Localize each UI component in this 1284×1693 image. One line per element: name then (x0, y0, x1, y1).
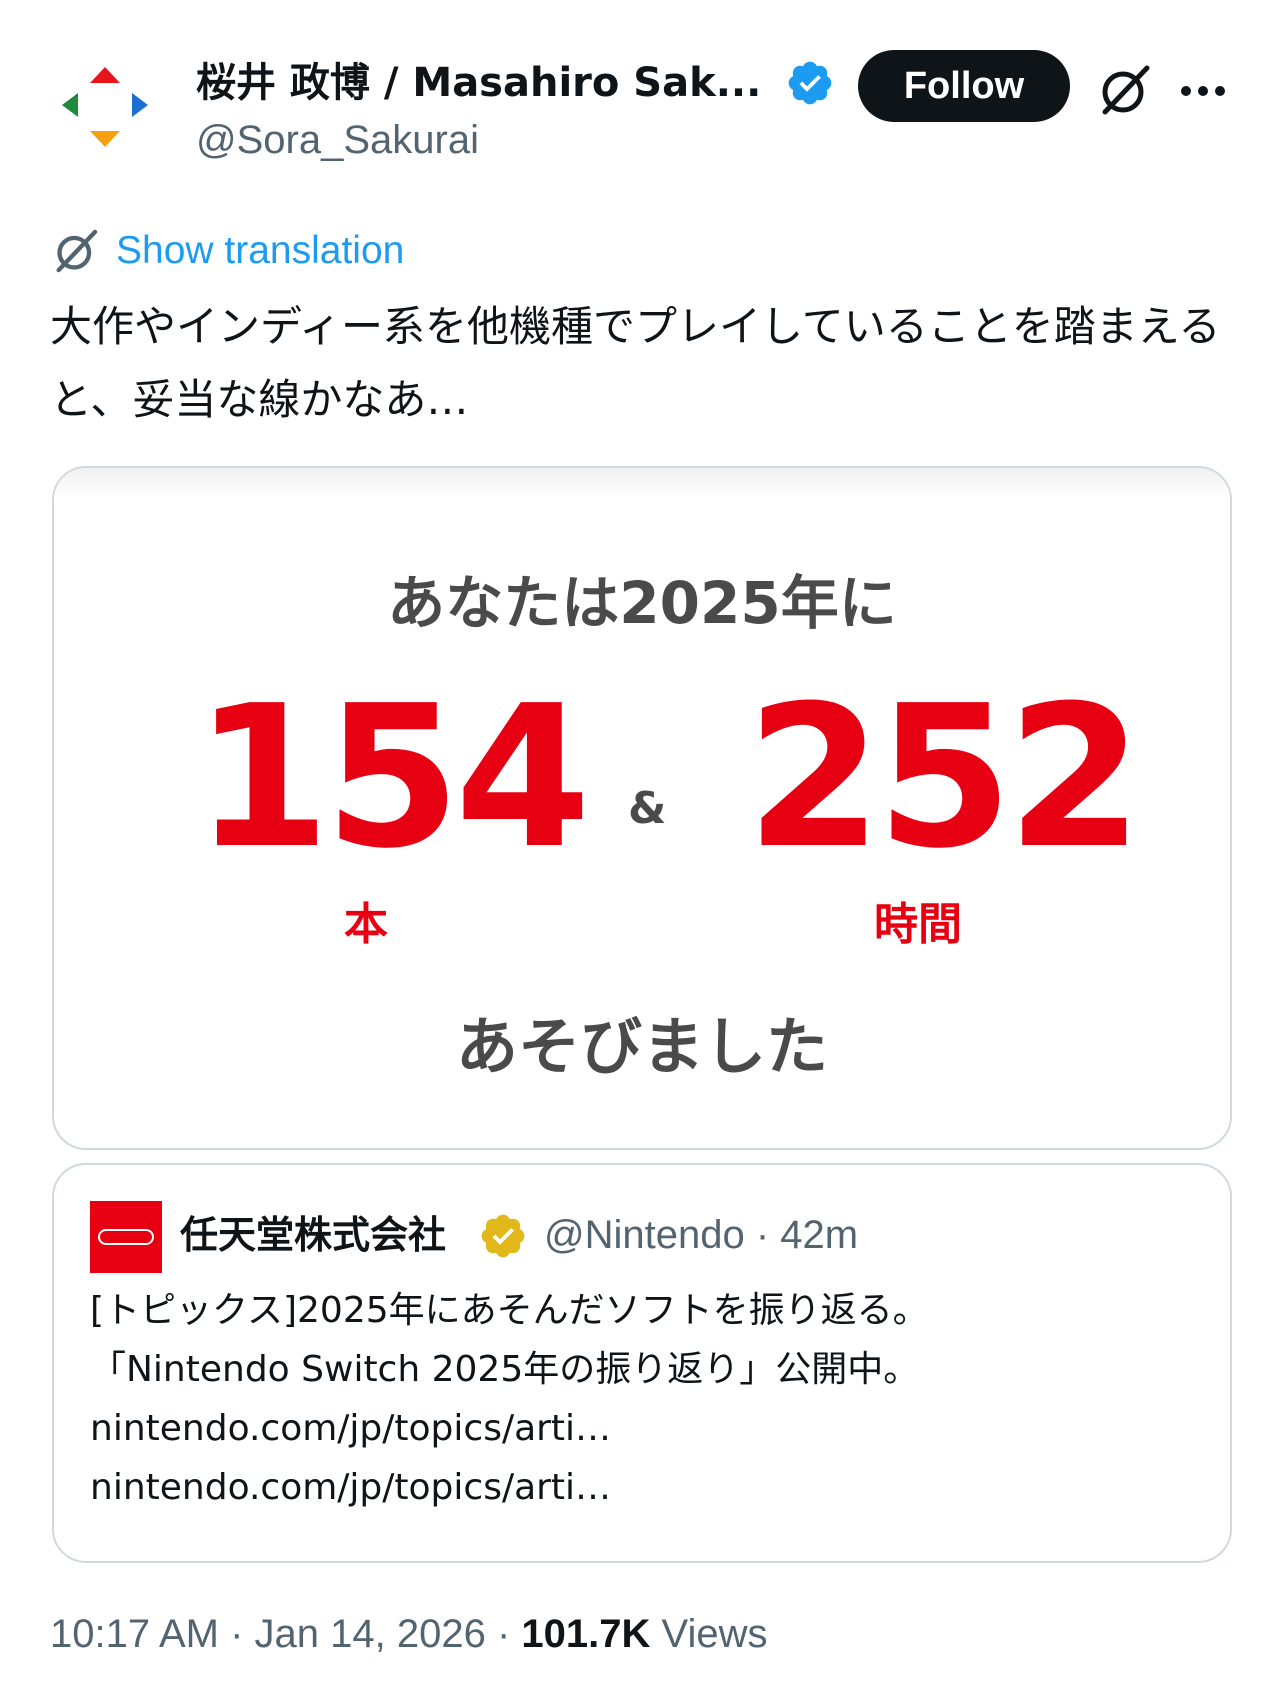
show-translation-label: Show translation (116, 229, 405, 272)
quoted-line: 「Nintendo Switch 2025年の振り返り」公開中。 (90, 1349, 920, 1390)
show-translation-link[interactable]: Show translation (50, 225, 404, 277)
media-top-shade (54, 468, 1230, 498)
games-count-unit: 本 (344, 899, 388, 950)
quoted-handle-time[interactable]: @Nintendo · 42m (544, 1205, 858, 1265)
timestamp[interactable]: 10:17 AM · Jan 14, 2026 · (50, 1612, 521, 1656)
avatar-logo-icon (62, 67, 148, 147)
media-footer-text: あそびました (455, 1010, 828, 1083)
author-handle[interactable]: @Sora_Sakurai (196, 115, 479, 165)
follow-button[interactable]: Follow (858, 50, 1070, 122)
author-name[interactable]: 桜井 政博 / Masahiro Sak... (196, 55, 761, 111)
views-label: Views (650, 1612, 768, 1656)
tweet-meta: 10:17 AM · Jan 14, 2026 · 101.7K Views (50, 1612, 767, 1657)
grok-icon[interactable] (1095, 60, 1155, 120)
gold-verified-badge-icon (481, 1214, 525, 1258)
grok-translate-icon (56, 229, 98, 273)
quoted-link[interactable]: nintendo.com/jp/topics/arti… (90, 1399, 1200, 1458)
media-image[interactable]: あなたは2025年に 154 & 252 本 時間 あそびました (52, 466, 1232, 1150)
quoted-author-name[interactable]: 任天堂株式会社 (180, 1205, 446, 1265)
views-count: 101.7K (521, 1612, 651, 1656)
more-icon[interactable] (1178, 76, 1228, 106)
games-count-value: 154 (194, 664, 591, 892)
author-avatar[interactable] (50, 55, 160, 165)
tweet-text: 大作やインディー系を他機種でプレイしていることを踏まえると、妥当な線かなあ… (50, 302, 1221, 424)
verified-badge-icon (788, 61, 832, 105)
quoted-tweet[interactable]: 任天堂株式会社 @Nintendo · 42m [トピックス]2025年にあそん… (52, 1163, 1232, 1563)
hours-value: 252 (746, 664, 1143, 892)
hours-unit: 時間 (874, 899, 962, 950)
ampersand: & (628, 783, 667, 834)
nintendo-logo-icon (98, 1229, 154, 1245)
media-heading: あなたは2025年に (387, 569, 897, 637)
quoted-tweet-text: [トピックス]2025年にあそんだソフトを振り返る。 「Nintendo Swi… (90, 1281, 1200, 1517)
quoted-line: [トピックス]2025年にあそんだソフトを振り返る。 (90, 1290, 929, 1331)
quoted-link[interactable]: nintendo.com/jp/topics/arti… (90, 1458, 1200, 1517)
nintendo-avatar[interactable] (90, 1201, 162, 1273)
